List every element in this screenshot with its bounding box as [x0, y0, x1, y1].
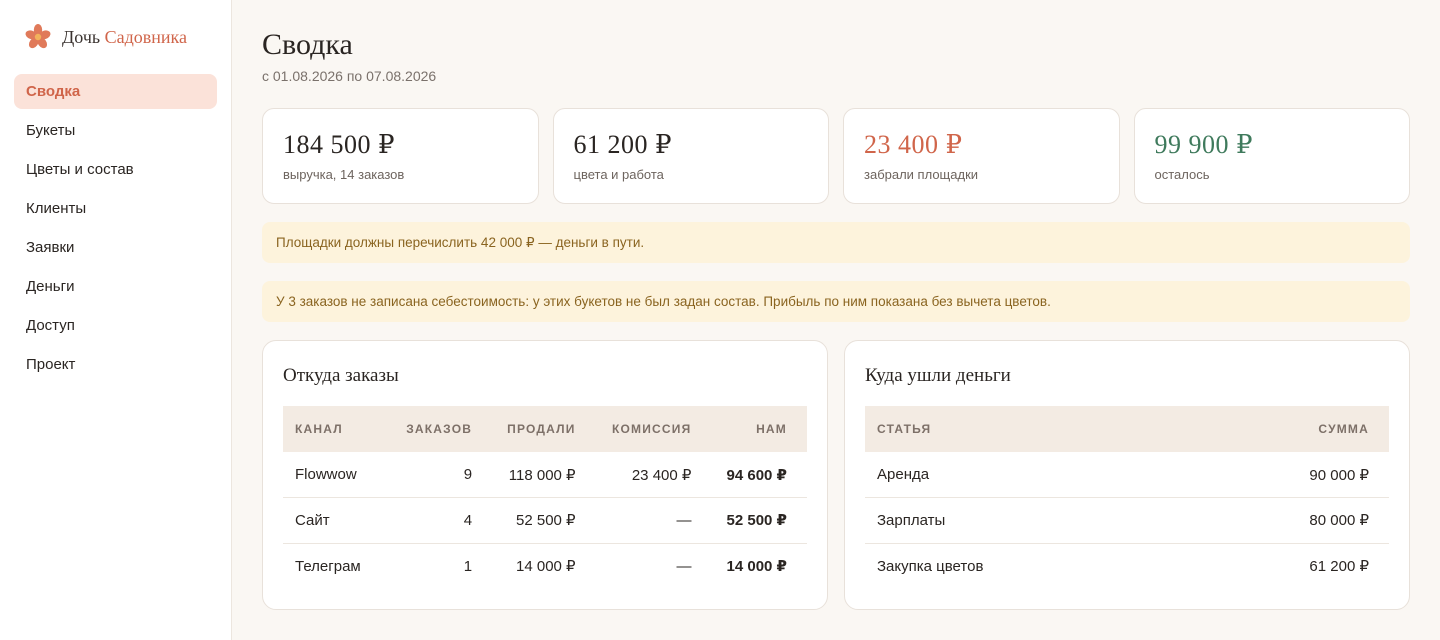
table-cell: 23 400 ₽: [587, 452, 704, 498]
table-cell: 52 500 ₽: [484, 497, 588, 544]
table-row: Закупка цветов 61 200 ₽: [865, 543, 1389, 589]
table-row: Аренда 90 000 ₽: [865, 452, 1389, 498]
table-cell: 90 000 ₽: [1172, 452, 1389, 498]
table-cell: 118 000 ₽: [484, 452, 588, 498]
stat-value: 61 200 ₽: [573, 130, 673, 159]
table-header-row: Канал Заказов Продали Комиссия Нам: [283, 406, 807, 452]
stat-card-remaining: 99 900 ₽ осталось: [1133, 108, 1410, 204]
sidebar-item-flowers[interactable]: Цветы и состав: [14, 152, 217, 187]
sidebar-item-summary[interactable]: Сводка: [14, 74, 217, 109]
column-header: Статья: [877, 422, 932, 436]
stat-value: 184 500 ₽: [283, 130, 396, 159]
column-header: Сумма: [1318, 422, 1369, 436]
stat-label: осталось: [1154, 167, 1210, 182]
main-content: Сводка с 01.08.2026 по 07.08.2026 184 50…: [232, 0, 1440, 640]
table-cell: 14 000 ₽: [726, 558, 787, 575]
table-cell: —: [676, 557, 692, 575]
brand-name-part2: Садовника: [104, 26, 187, 47]
stat-card-revenue: 184 500 ₽ выручка, 14 заказов: [262, 108, 539, 204]
brand[interactable]: Дочь Садовника: [14, 20, 217, 54]
column-header: Заказов: [406, 422, 473, 436]
table-cell: Закупка цветов: [877, 557, 984, 575]
table-cell: Зарплаты: [865, 497, 1173, 544]
period-range: с 01.08.2026 по 07.08.2026: [262, 68, 437, 84]
orders-source-panel: Откуда заказы Канал Заказов Продали Коми…: [262, 340, 828, 610]
table-cell: 94 600 ₽: [703, 452, 807, 498]
table-cell: Сайт: [283, 497, 384, 544]
panel-title: Куда ушли деньги: [865, 365, 1011, 386]
sidebar-item-bouquets[interactable]: Букеты: [14, 113, 217, 148]
stat-card-commission: 23 400 ₽ забрали площадки: [843, 108, 1120, 204]
column-header: Комиссия: [611, 422, 692, 436]
panel-title: Откуда заказы: [283, 365, 399, 386]
sidebar-item-project[interactable]: Проект: [14, 347, 217, 382]
stat-value: 23 400 ₽: [864, 130, 963, 159]
table-header-row: Статья Сумма: [865, 406, 1389, 452]
table-cell: Аренда: [865, 452, 1173, 498]
table-cell: 61 200 ₽: [1309, 558, 1369, 575]
sidebar-nav: Сводка Букеты Цветы и состав Клиенты Зая…: [14, 74, 217, 382]
stat-value: 99 900 ₽: [1154, 130, 1254, 159]
notice-pending-payout: Площадки должны перечислить 42 000 ₽ — д…: [262, 222, 1410, 263]
stat-card-costs: 61 200 ₽ цвета и работа: [552, 108, 829, 204]
money-spent-table: Статья Сумма Аренда 90 000 ₽ Зарплаты 80…: [865, 406, 1389, 589]
page-title: Сводка: [262, 28, 353, 61]
sidebar: Дочь Садовника Сводка Букеты Цветы и сос…: [0, 0, 232, 640]
sidebar-item-access[interactable]: Доступ: [14, 308, 217, 343]
money-spent-panel: Куда ушли деньги Статья Сумма Аренда 90 …: [844, 340, 1410, 610]
flower-icon: [25, 24, 51, 49]
table-row: Зарплаты 80 000 ₽: [865, 497, 1389, 544]
sidebar-item-clients[interactable]: Клиенты: [14, 191, 217, 226]
sidebar-item-requests[interactable]: Заявки: [14, 230, 217, 265]
table-cell: Flowwow: [283, 452, 384, 498]
table-row: Сайт 4 52 500 ₽ — 52 500 ₽: [283, 497, 807, 544]
table-cell: Телеграм: [295, 557, 361, 575]
column-header: Канал: [295, 422, 343, 436]
table-row: Телеграм 1 14 000 ₽ — 14 000 ₽: [283, 543, 807, 589]
notice-missing-cost: У 3 заказов не записана себестоимость: у…: [262, 281, 1410, 322]
table-cell: 80 000 ₽: [1172, 497, 1389, 544]
column-header: Продали: [507, 422, 576, 436]
table-cell: 4: [383, 497, 485, 544]
table-cell: 52 500 ₽: [703, 497, 807, 544]
brand-name: Дочь Садовника: [62, 27, 187, 48]
table-cell: —: [587, 497, 704, 544]
column-header: Нам: [756, 422, 787, 436]
sidebar-item-money[interactable]: Деньги: [14, 269, 217, 304]
table-cell: 9: [383, 452, 485, 498]
panels-row: Откуда заказы Канал Заказов Продали Коми…: [262, 340, 1410, 610]
stat-label: цвета и работа: [573, 167, 664, 182]
brand-name-part1: Дочь: [62, 26, 101, 47]
table-cell: 1: [463, 557, 473, 575]
table-cell: 14 000 ₽: [516, 558, 576, 575]
stat-label: забрали площадки: [864, 167, 979, 182]
stats-row: 184 500 ₽ выручка, 14 заказов 61 200 ₽ ц…: [262, 108, 1410, 204]
stat-label: выручка, 14 заказов: [283, 167, 405, 182]
table-row: Flowwow 9 118 000 ₽ 23 400 ₽ 94 600 ₽: [283, 452, 807, 498]
orders-source-table: Канал Заказов Продали Комиссия Нам Floww…: [283, 406, 807, 589]
